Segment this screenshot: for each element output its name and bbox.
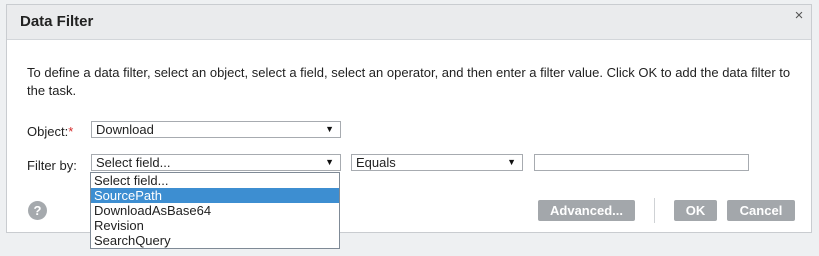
chevron-down-icon: ▼ [325, 157, 334, 167]
filter-value-input[interactable] [534, 154, 749, 171]
close-icon[interactable]: × [791, 8, 807, 24]
dropdown-option-sourcepath[interactable]: SourcePath [91, 188, 339, 203]
cancel-button[interactable]: Cancel [727, 200, 795, 221]
ok-button[interactable]: OK [674, 200, 717, 221]
object-label: Object:* [27, 124, 73, 139]
help-icon[interactable]: ? [28, 201, 47, 220]
field-select-value: Select field... [96, 155, 171, 170]
button-divider [654, 198, 655, 223]
chevron-down-icon: ▼ [507, 157, 516, 167]
filter-by-label: Filter by: [27, 158, 77, 173]
operator-select[interactable]: Equals ▼ [351, 154, 523, 171]
advanced-button[interactable]: Advanced... [538, 200, 635, 221]
required-marker: * [68, 124, 74, 139]
dialog-titlebar: Data Filter × [7, 5, 811, 40]
object-select-value: Download [96, 122, 154, 137]
field-dropdown-list: Select field... SourcePath DownloadAsBas… [90, 172, 340, 249]
dialog-description: To define a data filter, select an objec… [27, 65, 791, 98]
data-filter-dialog: Data Filter × To define a data filter, s… [6, 4, 812, 249]
object-label-text: Object: [27, 124, 69, 139]
dropdown-option-revision[interactable]: Revision [91, 218, 339, 233]
chevron-down-icon: ▼ [325, 124, 334, 134]
dropdown-option-downloadasbase64[interactable]: DownloadAsBase64 [91, 203, 339, 218]
field-select[interactable]: Select field... ▼ [91, 154, 341, 171]
object-select[interactable]: Download ▼ [91, 121, 341, 138]
dropdown-option-select-field[interactable]: Select field... [91, 173, 339, 188]
operator-select-value: Equals [356, 155, 396, 170]
dialog-title: Data Filter [20, 13, 94, 30]
dropdown-option-searchquery[interactable]: SearchQuery [91, 233, 339, 248]
